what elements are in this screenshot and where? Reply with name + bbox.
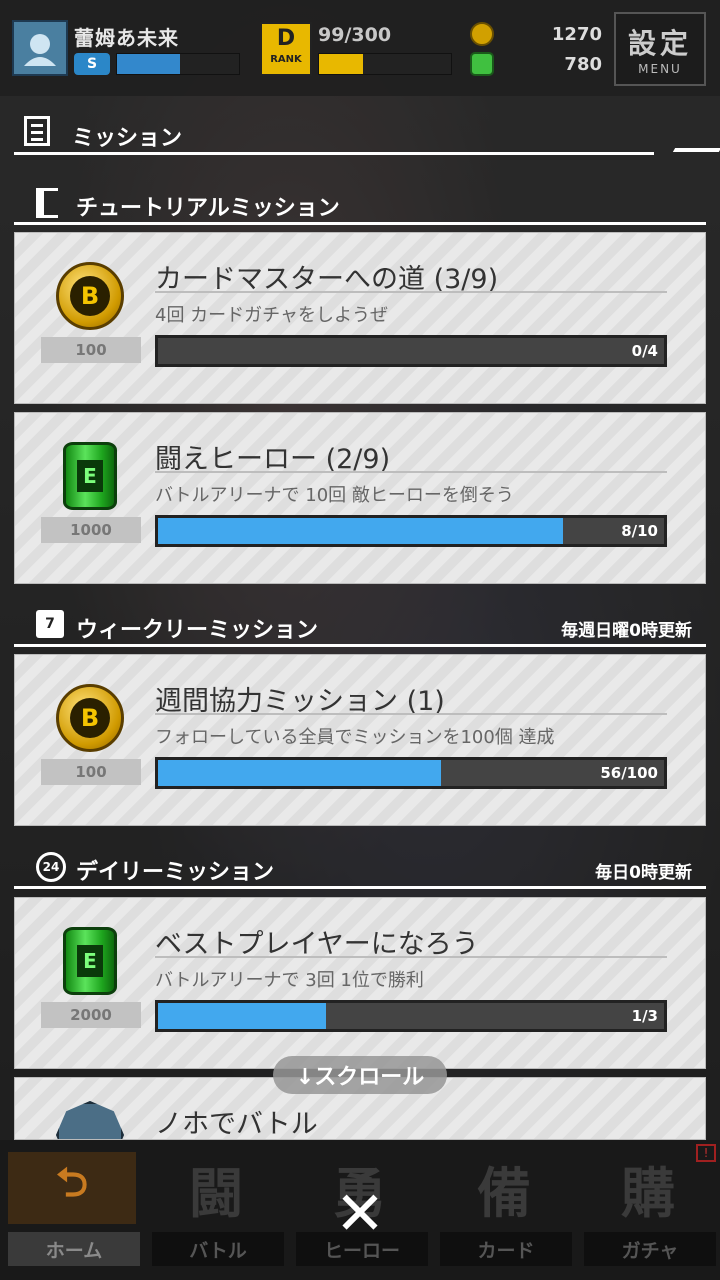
- mission-progress-bar: 56/100: [155, 757, 667, 789]
- book-icon: [36, 188, 58, 218]
- player-rank-badge: S: [74, 53, 110, 75]
- nav-label: ガチャ: [584, 1232, 716, 1266]
- refresh-schedule: 毎日0時更新: [595, 863, 692, 883]
- progress-label: 56/100: [600, 764, 658, 782]
- mission-card[interactable]: B 100 カードマスターへの道 (3/9) 4回 カードガチャをしようぜ 0/…: [14, 232, 706, 404]
- status-bar: 蕾姆あ未来 S D RANK 99/300 1270 780 設定 MENU: [0, 0, 720, 96]
- nav-card[interactable]: 備 カード: [432, 1148, 572, 1270]
- coin-icon: [470, 22, 494, 46]
- section-title: チュートリアルミッション: [76, 196, 340, 221]
- reward-coin-icon: B: [55, 261, 125, 331]
- section-header-tutorial: チュートリアルミッション: [14, 184, 706, 225]
- reward-amount: 2000: [41, 1002, 141, 1028]
- notification-badge: !: [696, 1144, 716, 1162]
- page-title: ミッション: [72, 126, 183, 151]
- refresh-schedule: 毎週日曜0時更新: [561, 621, 692, 641]
- menu-label: MENU: [638, 62, 682, 76]
- reward-oil-icon: E: [55, 441, 125, 511]
- mission-progress-bar: 0/4: [155, 335, 667, 367]
- page-header: ミッション: [14, 112, 720, 158]
- character-icon: [24, 34, 56, 66]
- mission-progress-bar: 8/10: [155, 515, 667, 547]
- reward-gear-icon: [55, 1100, 125, 1139]
- section-header-daily: 24 デイリーミッション 毎日0時更新: [14, 848, 706, 889]
- scroll-hint: ↓スクロール: [273, 1056, 447, 1094]
- section-divider: [14, 886, 706, 889]
- reward-oil-icon: E: [55, 926, 125, 996]
- mission-card[interactable]: E 1000 闘えヒーロー (2/9) バトルアリーナで 10回 敵ヒーローを倒…: [14, 412, 706, 584]
- mission-divider: [155, 713, 667, 715]
- progress-label: 8/10: [621, 522, 658, 540]
- mission-title: ノホでバトル: [155, 1109, 318, 1140]
- settings-menu-button[interactable]: 設定 MENU: [614, 12, 706, 86]
- mission-progress-bar: 1/3: [155, 1000, 667, 1032]
- reward-coin-icon: B: [55, 683, 125, 753]
- calendar-icon: 7: [36, 610, 64, 638]
- home-icon: ⮌: [8, 1152, 136, 1224]
- card-icon: 備: [477, 1161, 531, 1225]
- player-gauge: [116, 53, 240, 75]
- mission-divider: [155, 471, 667, 473]
- close-icon[interactable]: ✕: [330, 1184, 390, 1244]
- nav-gacha[interactable]: 購 ガチャ !: [576, 1144, 716, 1270]
- player-avatar[interactable]: [12, 20, 68, 76]
- rank-progress-text: 99/300: [318, 24, 392, 46]
- player-name: 蕾姆あ未来: [74, 26, 179, 50]
- rank-gauge: [318, 53, 452, 75]
- oil-can-icon: [470, 52, 494, 76]
- mission-description: バトルアリーナで 3回 1位で勝利: [155, 970, 424, 991]
- settings-label: 設定: [627, 27, 692, 60]
- reward-amount: 100: [41, 337, 141, 363]
- mission-description: 4回 カードガチャをしようぜ: [155, 305, 388, 326]
- gacha-icon: 購: [621, 1161, 675, 1225]
- rank-icon-caption: RANK: [270, 54, 302, 65]
- section-header-weekly: 7 ウィークリーミッション 毎週日曜0時更新: [14, 606, 706, 647]
- mission-card[interactable]: B 100 週間協力ミッション (1) フォローしている全員でミッションを100…: [14, 654, 706, 826]
- progress-label: 0/4: [631, 342, 658, 360]
- rank-icon: D RANK: [260, 22, 312, 76]
- section-title: デイリーミッション: [76, 860, 275, 885]
- section-title: ウィークリーミッション: [76, 618, 319, 643]
- mission-divider: [155, 956, 667, 958]
- clock-24-icon: 24: [36, 852, 66, 882]
- battle-icon: 闘: [189, 1161, 243, 1225]
- mission-description: バトルアリーナで 10回 敵ヒーローを倒そう: [155, 485, 514, 506]
- nav-home[interactable]: ⮌ ホーム: [0, 1148, 140, 1270]
- section-divider: [14, 222, 706, 225]
- nav-label: カード: [440, 1232, 572, 1266]
- coin-count: 1270: [551, 24, 602, 45]
- reward-amount: 1000: [41, 517, 141, 543]
- mission-description: フォローしている全員でミッションを100個 達成: [155, 727, 555, 748]
- nav-label: ホーム: [8, 1232, 140, 1266]
- document-icon: [24, 116, 50, 146]
- header-divider: [14, 152, 654, 155]
- section-divider: [14, 644, 706, 647]
- nav-label: バトル: [152, 1232, 284, 1266]
- progress-label: 1/3: [631, 1007, 658, 1025]
- nav-battle[interactable]: 闘 バトル: [144, 1148, 284, 1270]
- rank-icon-letter: D: [276, 26, 296, 51]
- reward-amount: 100: [41, 759, 141, 785]
- header-divider-accent: [672, 148, 720, 152]
- mission-card[interactable]: E 2000 ベストプレイヤーになろう バトルアリーナで 3回 1位で勝利 1/…: [14, 897, 706, 1069]
- oil-count: 780: [564, 54, 602, 75]
- mission-divider: [155, 291, 667, 293]
